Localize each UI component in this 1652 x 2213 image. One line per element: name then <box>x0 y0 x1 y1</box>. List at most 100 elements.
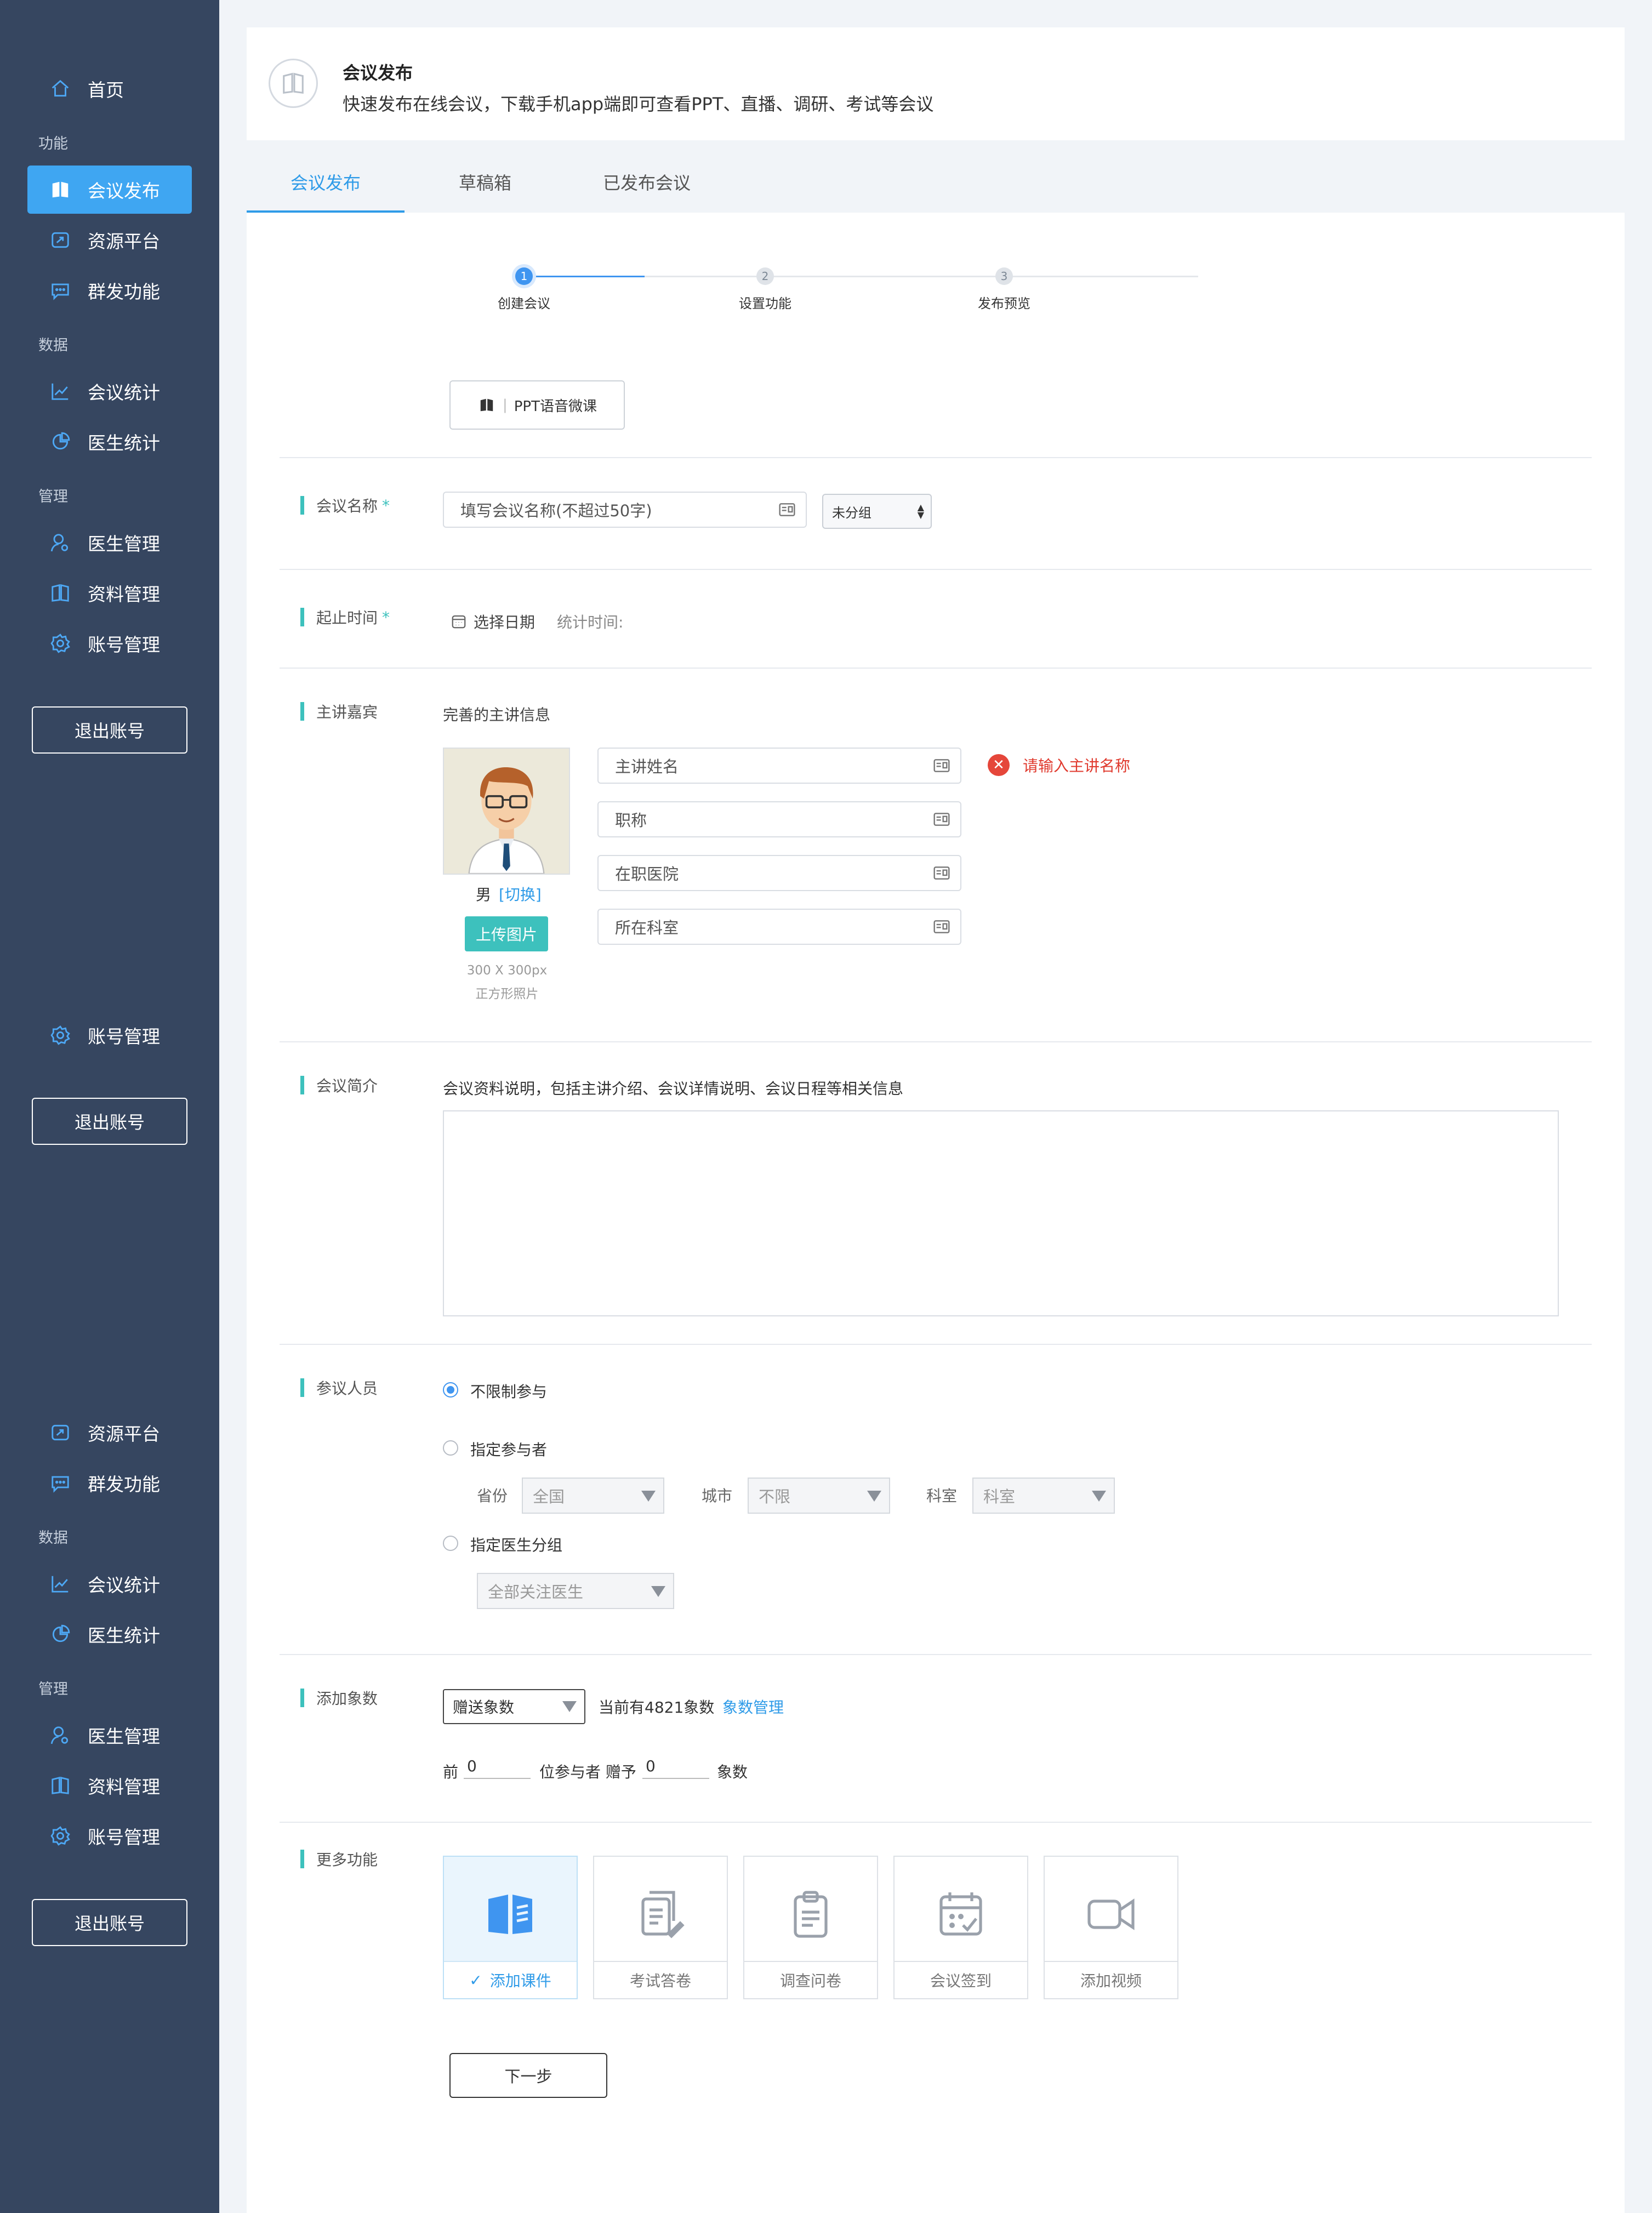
doctor-group-select[interactable]: 全部关注医生 <box>477 1573 674 1609</box>
department-select[interactable]: 科室 <box>972 1478 1115 1514</box>
book-icon <box>269 59 318 108</box>
share-box-icon <box>49 1422 71 1444</box>
sidebar-item-material-manage[interactable]: 资料管理 <box>27 1761 192 1810</box>
sidebar-item-label: 医生管理 <box>88 533 160 555</box>
points-amount-input[interactable]: 0 <box>642 1757 709 1779</box>
sidebar-item-account-manage[interactable]: 账号管理 <box>27 1011 192 1059</box>
speaker-error: ✕ 请输入主讲名称 <box>988 754 1130 776</box>
radio-doctor-group[interactable] <box>443 1536 458 1551</box>
book-icon <box>477 397 496 413</box>
intro-label: 会议简介 <box>300 1074 378 1096</box>
sidebar-item-resource-platform[interactable]: 资源平台 <box>27 1408 192 1457</box>
sidebar-item-meeting-stats[interactable]: 会议统计 <box>27 367 192 415</box>
feature-check-in[interactable]: 会议签到 <box>893 1856 1028 1999</box>
choose-date-button[interactable]: 选择日期 <box>451 611 535 632</box>
sidebar-item-label: 会议发布 <box>88 180 160 202</box>
sidebar-item-group-send[interactable]: 群发功能 <box>27 266 192 315</box>
sidebar-item-label: 账号管理 <box>88 634 160 655</box>
meeting-name-input[interactable]: 填写会议名称(不超过50字) <box>443 492 807 528</box>
gender-switch-link[interactable]: [切换] <box>499 883 542 905</box>
speaker-department-input[interactable]: 所在科室 <box>597 909 961 945</box>
ppt-course-button[interactable]: | PPT语音微课 <box>449 380 625 430</box>
sidebar-item-label: 医生管理 <box>88 1726 160 1747</box>
divider <box>280 1822 1592 1823</box>
points-middle-text: 位参与者 赠予 <box>539 1763 636 1781</box>
meeting-name-label: 会议名称 * <box>300 494 390 516</box>
department-label: 科室 <box>926 1487 958 1505</box>
divider <box>280 668 1592 669</box>
speaker-hospital-input[interactable]: 在职医院 <box>597 855 961 891</box>
speaker-title-input[interactable]: 职称 <box>597 801 961 837</box>
feature-exam[interactable]: 考试答卷 <box>593 1856 728 1999</box>
speaker-avatar[interactable] <box>443 748 570 875</box>
next-step-button[interactable]: 下一步 <box>449 2053 607 2098</box>
sidebar-item-label: 首页 <box>88 79 124 101</box>
user-manage-icon <box>49 1724 71 1746</box>
logout-button[interactable]: 退出账号 <box>32 706 187 754</box>
tab-meeting-publish[interactable]: 会议发布 <box>247 153 405 214</box>
intro-textarea[interactable] <box>443 1110 1559 1316</box>
id-card-icon <box>933 813 950 826</box>
points-manage-link[interactable]: 象数管理 <box>722 1696 784 1718</box>
step-1-dot: 1 <box>515 267 533 285</box>
city-select[interactable]: 不限 <box>748 1478 890 1514</box>
radio-doctor-group-label: 指定医生分组 <box>470 1536 563 1554</box>
tab-drafts[interactable]: 草稿箱 <box>428 153 543 210</box>
sidebar-item-label: 会议统计 <box>88 382 160 403</box>
radio-unlimited[interactable] <box>443 1382 458 1398</box>
trend-icon <box>49 1573 71 1595</box>
sidebar-item-label: 群发功能 <box>88 281 160 303</box>
sidebar-item-account-manage[interactable]: 账号管理 <box>27 1812 192 1860</box>
video-camera-icon <box>1045 1884 1177 1944</box>
logout-button[interactable]: 退出账号 <box>32 1899 187 1946</box>
step-2-dot: 2 <box>756 267 774 285</box>
sidebar-item-label: 群发功能 <box>88 1474 160 1495</box>
sidebar-item-account-manage[interactable]: 账号管理 <box>27 619 192 668</box>
tab-published[interactable]: 已发布会议 <box>576 153 718 210</box>
ppt-course-label: PPT语音微课 <box>514 398 597 415</box>
image-size-hint: 300 X 300px <box>466 963 548 978</box>
sidebar-item-resource-platform[interactable]: 资源平台 <box>27 216 192 264</box>
feature-add-video[interactable]: 添加视频 <box>1044 1856 1178 1999</box>
sidebar-item-label: 账号管理 <box>88 1026 160 1047</box>
upload-image-button[interactable]: 上传图片 <box>465 916 548 951</box>
chat-icon <box>49 1472 71 1494</box>
sidebar-item-group-send[interactable]: 群发功能 <box>27 1459 192 1507</box>
calendar-check-icon <box>895 1884 1027 1944</box>
id-card-icon <box>933 866 950 880</box>
page-header: 会议发布 快速发布在线会议，下载手机app端即可查看PPT、直播、调研、考试等会… <box>247 27 1625 140</box>
folder-book-icon <box>49 1775 71 1796</box>
sidebar-item-doctor-manage[interactable]: 医生管理 <box>27 1711 192 1759</box>
check-icon: ✓ <box>469 1971 482 1989</box>
sidebar-item-doctor-stats[interactable]: 医生统计 <box>27 418 192 466</box>
id-card-icon <box>933 920 950 933</box>
image-shape-hint: 正方形照片 <box>475 987 539 1001</box>
points-type-select[interactable]: 赠送象数 <box>443 1689 585 1724</box>
sidebar-item-home[interactable]: 首页 <box>27 65 192 113</box>
meeting-group-select[interactable]: 未分组 ▲ ▼ <box>822 494 932 529</box>
sidebar-item-doctor-stats[interactable]: 医生统计 <box>27 1610 192 1658</box>
sidebar-item-meeting-publish[interactable]: 会议发布 <box>27 166 192 214</box>
divider <box>280 1654 1592 1655</box>
sidebar-item-meeting-stats[interactable]: 会议统计 <box>27 1560 192 1608</box>
sidebar-item-material-manage[interactable]: 资料管理 <box>27 569 192 617</box>
radio-specified[interactable] <box>443 1440 458 1456</box>
trend-icon <box>49 380 71 402</box>
folder-book-icon <box>49 582 71 604</box>
points-participant-count-input[interactable]: 0 <box>464 1757 531 1779</box>
logout-button[interactable]: 退出账号 <box>32 1098 187 1145</box>
speaker-label: 主讲嘉宾 <box>300 700 378 722</box>
stat-time-label: 统计时间: <box>557 613 624 631</box>
page-title: 会议发布 <box>343 62 413 83</box>
feature-survey[interactable]: 调查问卷 <box>743 1856 878 1999</box>
speaker-name-input[interactable]: 主讲姓名 <box>597 748 961 784</box>
province-select[interactable]: 全国 <box>522 1478 664 1514</box>
speaker-hint: 完善的主讲信息 <box>443 706 551 724</box>
step-track-line <box>645 276 1198 277</box>
pie-chart-icon <box>49 431 71 453</box>
radio-specified-label: 指定参与者 <box>470 1441 548 1459</box>
chat-icon <box>49 280 71 301</box>
sidebar-item-doctor-manage[interactable]: 医生管理 <box>27 518 192 567</box>
feature-add-courseware[interactable]: ✓ 添加课件 <box>443 1856 578 1999</box>
speaker-gender: 男 <box>476 886 492 904</box>
